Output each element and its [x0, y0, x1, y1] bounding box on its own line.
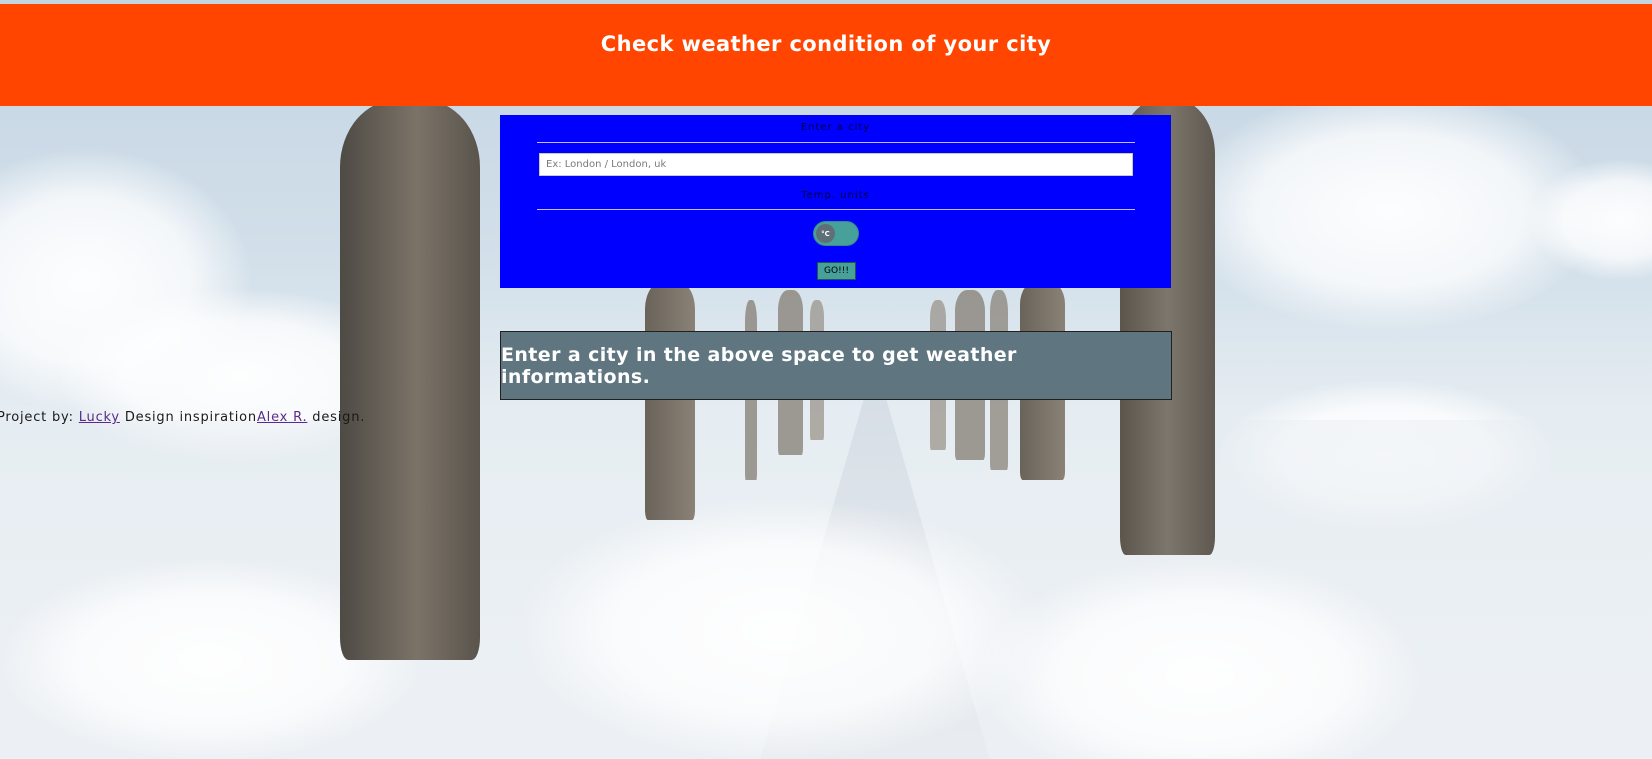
- temp-units-label: Temp. units: [801, 190, 870, 201]
- info-message: Enter a city in the above space to get w…: [501, 343, 1017, 388]
- credits-prefix: Project by:: [0, 410, 79, 425]
- toggle-knob: °C: [816, 224, 835, 243]
- author-link[interactable]: Lucky: [79, 410, 120, 425]
- weather-info-box: Enter a city in the above space to get w…: [500, 331, 1172, 400]
- go-button[interactable]: GO!!!: [817, 262, 856, 280]
- city-input[interactable]: [539, 153, 1133, 176]
- inspiration-link[interactable]: Alex R.: [257, 410, 307, 425]
- credits-suffix: design.: [307, 410, 366, 425]
- temp-unit-toggle[interactable]: °C: [813, 221, 859, 246]
- divider: [537, 209, 1135, 210]
- credits-footer: Project by: Lucky Design inspirationAlex…: [0, 410, 365, 425]
- divider: [537, 142, 1135, 143]
- credits-middle: Design inspiration: [119, 410, 257, 425]
- search-form: Enter a city Temp. units °C GO!!!: [500, 115, 1171, 288]
- page-title: Check weather condition of your city: [600, 32, 1052, 56]
- header-bar: Check weather condition of your city: [0, 4, 1652, 106]
- city-label: Enter a city: [800, 122, 871, 133]
